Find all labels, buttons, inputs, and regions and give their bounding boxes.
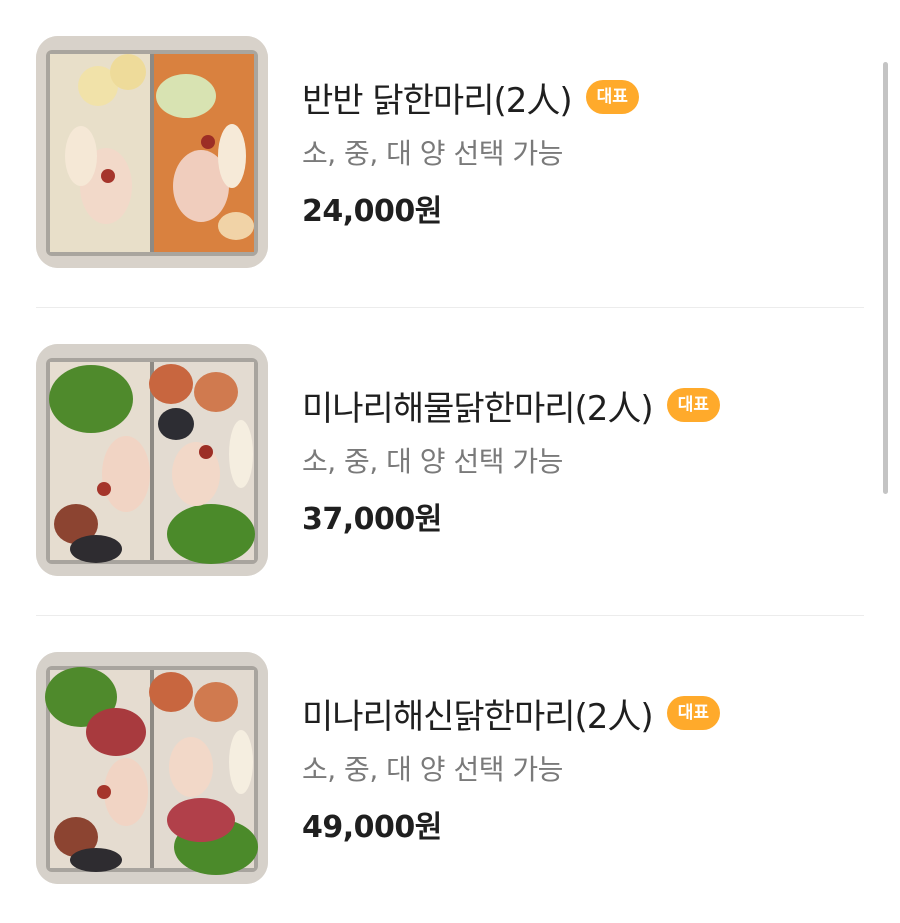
menu-item-price: 24,000원 <box>302 194 442 229</box>
signature-badge: 대표 <box>585 80 639 114</box>
menu-item[interactable]: 미나리해물닭한마리(2人) 대표 소, 중, 대 양 선택 가능 37,000원 <box>36 308 864 616</box>
menu-item-photo <box>36 344 268 576</box>
title-row: 미나리해신닭한마리(2人) 대표 <box>302 688 720 738</box>
menu-item-title[interactable]: 반반 닭한마리(2人) <box>302 73 573 122</box>
title-row: 반반 닭한마리(2人) 대표 <box>302 72 639 122</box>
menu-item-option: 소, 중, 대 양 선택 가능 <box>302 753 563 786</box>
menu-item-option: 소, 중, 대 양 선택 가능 <box>302 137 563 170</box>
menu-item-option: 소, 중, 대 양 선택 가능 <box>302 445 563 478</box>
menu-item-title[interactable]: 미나리해물닭한마리(2人) <box>302 381 654 430</box>
menu-item-photo <box>36 652 268 884</box>
signature-badge: 대표 <box>666 388 720 422</box>
menu-item[interactable]: 반반 닭한마리(2人) 대표 소, 중, 대 양 선택 가능 24,000원 <box>36 0 864 308</box>
menu-item-title[interactable]: 미나리해신닭한마리(2人) <box>302 689 654 738</box>
menu-item-photo <box>36 36 268 268</box>
signature-badge: 대표 <box>666 696 720 730</box>
menu-item[interactable]: 미나리해신닭한마리(2人) 대표 소, 중, 대 양 선택 가능 49,000원 <box>36 616 864 923</box>
menu-item-price: 49,000원 <box>302 810 442 845</box>
menu-item-info: 반반 닭한마리(2人) 대표 소, 중, 대 양 선택 가능 24,000원 <box>302 72 639 230</box>
menu-item-info: 미나리해물닭한마리(2人) 대표 소, 중, 대 양 선택 가능 37,000원 <box>302 380 720 538</box>
title-row: 미나리해물닭한마리(2人) 대표 <box>302 380 720 430</box>
menu-list: 반반 닭한마리(2人) 대표 소, 중, 대 양 선택 가능 24,000원 미… <box>36 0 864 923</box>
menu-item-info: 미나리해신닭한마리(2人) 대표 소, 중, 대 양 선택 가능 49,000원 <box>302 688 720 846</box>
scrollbar[interactable] <box>883 62 888 494</box>
menu-item-price: 37,000원 <box>302 502 442 537</box>
